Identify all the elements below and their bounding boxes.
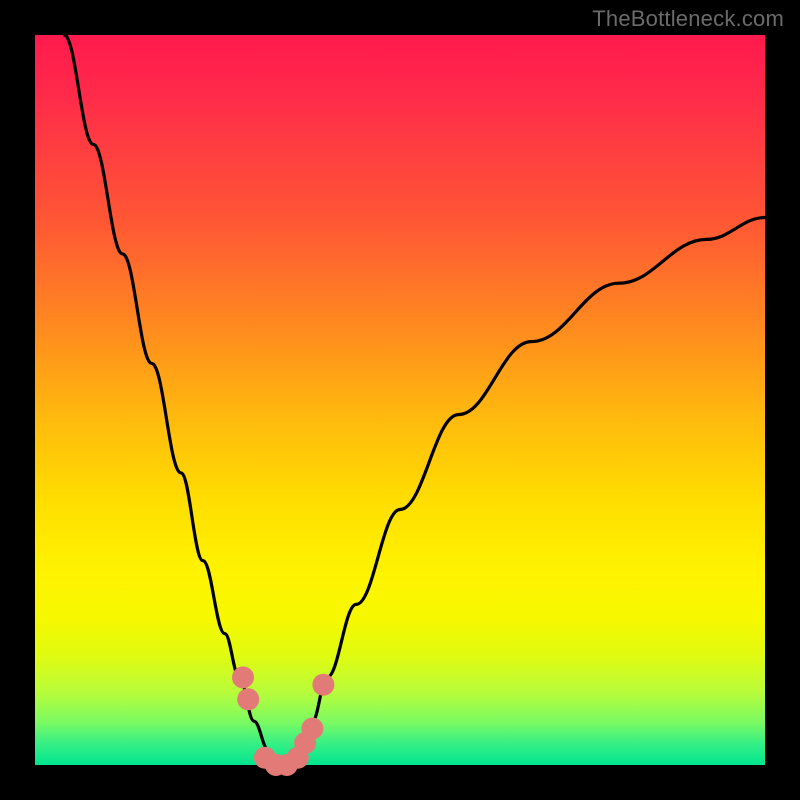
dot-bottom-6 [301,718,323,740]
curve-layer [64,35,765,765]
watermark-text: TheBottleneck.com [592,6,784,32]
dot-left-upper [232,666,254,688]
chart-frame: TheBottleneck.com [0,0,800,800]
chart-svg [35,35,765,765]
marker-layer [232,666,334,776]
dot-right-upper [312,674,334,696]
dot-left-lower [237,688,259,710]
bottleneck-curve [64,35,765,765]
plot-area [35,35,765,765]
